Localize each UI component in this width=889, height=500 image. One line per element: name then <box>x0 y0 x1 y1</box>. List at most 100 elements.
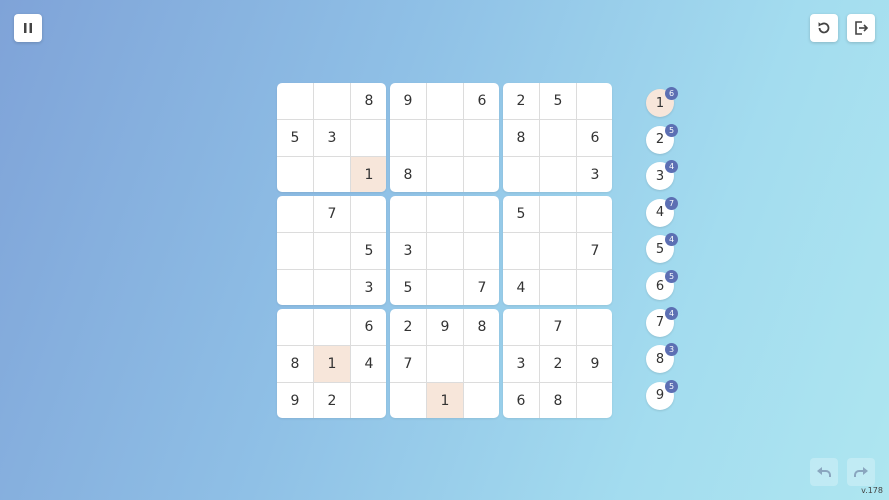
sudoku-cell[interactable]: 3 <box>577 157 612 192</box>
sudoku-cell[interactable]: 6 <box>503 383 539 418</box>
sudoku-cell[interactable]: 1 <box>351 157 386 192</box>
sudoku-cell[interactable] <box>577 309 612 345</box>
number-button-6[interactable]: 65 <box>646 270 678 300</box>
sudoku-cell[interactable]: 5 <box>351 233 386 269</box>
sudoku-cell[interactable] <box>464 120 499 156</box>
sudoku-cell[interactable]: 7 <box>577 233 612 269</box>
sudoku-cell[interactable] <box>464 157 499 192</box>
sudoku-cell[interactable] <box>390 383 426 418</box>
sudoku-cell[interactable] <box>503 233 539 269</box>
sudoku-cell[interactable] <box>464 196 499 232</box>
sudoku-cell[interactable]: 3 <box>314 120 350 156</box>
sudoku-cell[interactable]: 4 <box>503 270 539 305</box>
pause-button[interactable] <box>14 14 42 42</box>
sudoku-cell[interactable]: 8 <box>390 157 426 192</box>
sudoku-cell[interactable] <box>577 270 612 305</box>
sudoku-cell[interactable]: 1 <box>427 383 463 418</box>
sudoku-cell[interactable]: 8 <box>277 346 313 382</box>
sudoku-cell[interactable] <box>540 157 576 192</box>
sudoku-cell[interactable]: 6 <box>577 120 612 156</box>
number-button-1[interactable]: 16 <box>646 87 678 117</box>
sudoku-cell[interactable] <box>277 83 313 119</box>
sudoku-cell[interactable] <box>464 346 499 382</box>
sudoku-cell[interactable] <box>277 196 313 232</box>
restart-button[interactable] <box>810 14 838 42</box>
sudoku-cell[interactable]: 9 <box>427 309 463 345</box>
sudoku-cell[interactable] <box>503 309 539 345</box>
number-button-3[interactable]: 34 <box>646 160 678 191</box>
sudoku-cell[interactable] <box>427 83 463 119</box>
sudoku-cell[interactable] <box>277 270 313 305</box>
sudoku-cell[interactable]: 3 <box>390 233 426 269</box>
sudoku-cell[interactable]: 5 <box>390 270 426 305</box>
sudoku-cell[interactable]: 8 <box>351 83 386 119</box>
sudoku-cell[interactable]: 8 <box>464 309 499 345</box>
sudoku-cell[interactable]: 5 <box>503 196 539 232</box>
number-button-4[interactable]: 47 <box>646 196 678 227</box>
sudoku-cell[interactable] <box>540 120 576 156</box>
sudoku-cell[interactable] <box>351 196 386 232</box>
redo-button[interactable] <box>847 458 875 486</box>
sudoku-cell[interactable] <box>577 83 612 119</box>
sudoku-cell[interactable] <box>427 270 463 305</box>
number-button-7[interactable]: 74 <box>646 306 678 337</box>
sudoku-cell[interactable]: 7 <box>314 196 350 232</box>
number-button-8[interactable]: 83 <box>646 343 678 374</box>
sudoku-cell[interactable]: 8 <box>503 120 539 156</box>
sudoku-cell[interactable] <box>427 233 463 269</box>
sudoku-cell[interactable] <box>427 157 463 192</box>
sudoku-cell[interactable]: 3 <box>351 270 386 305</box>
sudoku-cell[interactable] <box>427 346 463 382</box>
sudoku-cell[interactable]: 9 <box>577 346 612 382</box>
sudoku-cell[interactable] <box>314 83 350 119</box>
sudoku-cell[interactable] <box>464 383 499 418</box>
sudoku-cell[interactable]: 5 <box>277 120 313 156</box>
sudoku-cell[interactable]: 4 <box>351 346 386 382</box>
sudoku-cell[interactable] <box>314 309 350 345</box>
sudoku-cell[interactable] <box>503 157 539 192</box>
sudoku-cell[interactable]: 3 <box>503 346 539 382</box>
sudoku-cell[interactable] <box>314 233 350 269</box>
sudoku-cell[interactable] <box>427 196 463 232</box>
sudoku-cell[interactable] <box>277 309 313 345</box>
remaining-count-badge: 5 <box>665 270 678 283</box>
sudoku-cell[interactable]: 6 <box>351 309 386 345</box>
sudoku-cell[interactable] <box>351 383 386 418</box>
sudoku-cell[interactable]: 7 <box>464 270 499 305</box>
sudoku-cell[interactable] <box>427 120 463 156</box>
sudoku-cell[interactable]: 2 <box>314 383 350 418</box>
sudoku-cell[interactable] <box>390 120 426 156</box>
sudoku-cell[interactable]: 2 <box>503 83 539 119</box>
sudoku-cell[interactable] <box>540 233 576 269</box>
sudoku-cell[interactable] <box>351 120 386 156</box>
number-label: 5 <box>655 241 665 257</box>
sudoku-box: 298 71 <box>390 309 499 418</box>
sudoku-cell[interactable] <box>277 233 313 269</box>
sudoku-cell[interactable]: 7 <box>540 309 576 345</box>
sudoku-cell[interactable]: 2 <box>390 309 426 345</box>
sudoku-cell[interactable] <box>464 233 499 269</box>
sudoku-cell[interactable] <box>577 196 612 232</box>
sudoku-cell[interactable]: 2 <box>540 346 576 382</box>
sudoku-cell[interactable] <box>390 196 426 232</box>
number-button-2[interactable]: 25 <box>646 123 678 154</box>
sudoku-cell[interactable] <box>577 383 612 418</box>
remaining-count-badge: 7 <box>665 196 678 210</box>
sudoku-cell[interactable] <box>540 196 576 232</box>
sudoku-cell[interactable] <box>314 270 350 305</box>
sudoku-cell[interactable]: 9 <box>277 383 313 418</box>
sudoku-cell[interactable] <box>277 157 313 192</box>
number-button-9[interactable]: 95 <box>646 379 678 410</box>
sudoku-box: 7329 68 <box>503 309 612 418</box>
sudoku-cell[interactable]: 6 <box>464 83 499 119</box>
number-button-5[interactable]: 54 <box>646 233 678 264</box>
sudoku-cell[interactable]: 5 <box>540 83 576 119</box>
sudoku-cell[interactable] <box>540 270 576 305</box>
exit-button[interactable] <box>847 14 875 42</box>
sudoku-cell[interactable] <box>314 157 350 192</box>
sudoku-cell[interactable]: 1 <box>314 346 350 382</box>
sudoku-cell[interactable]: 7 <box>390 346 426 382</box>
undo-button[interactable] <box>810 458 838 486</box>
sudoku-cell[interactable]: 9 <box>390 83 426 119</box>
sudoku-cell[interactable]: 8 <box>540 383 576 418</box>
